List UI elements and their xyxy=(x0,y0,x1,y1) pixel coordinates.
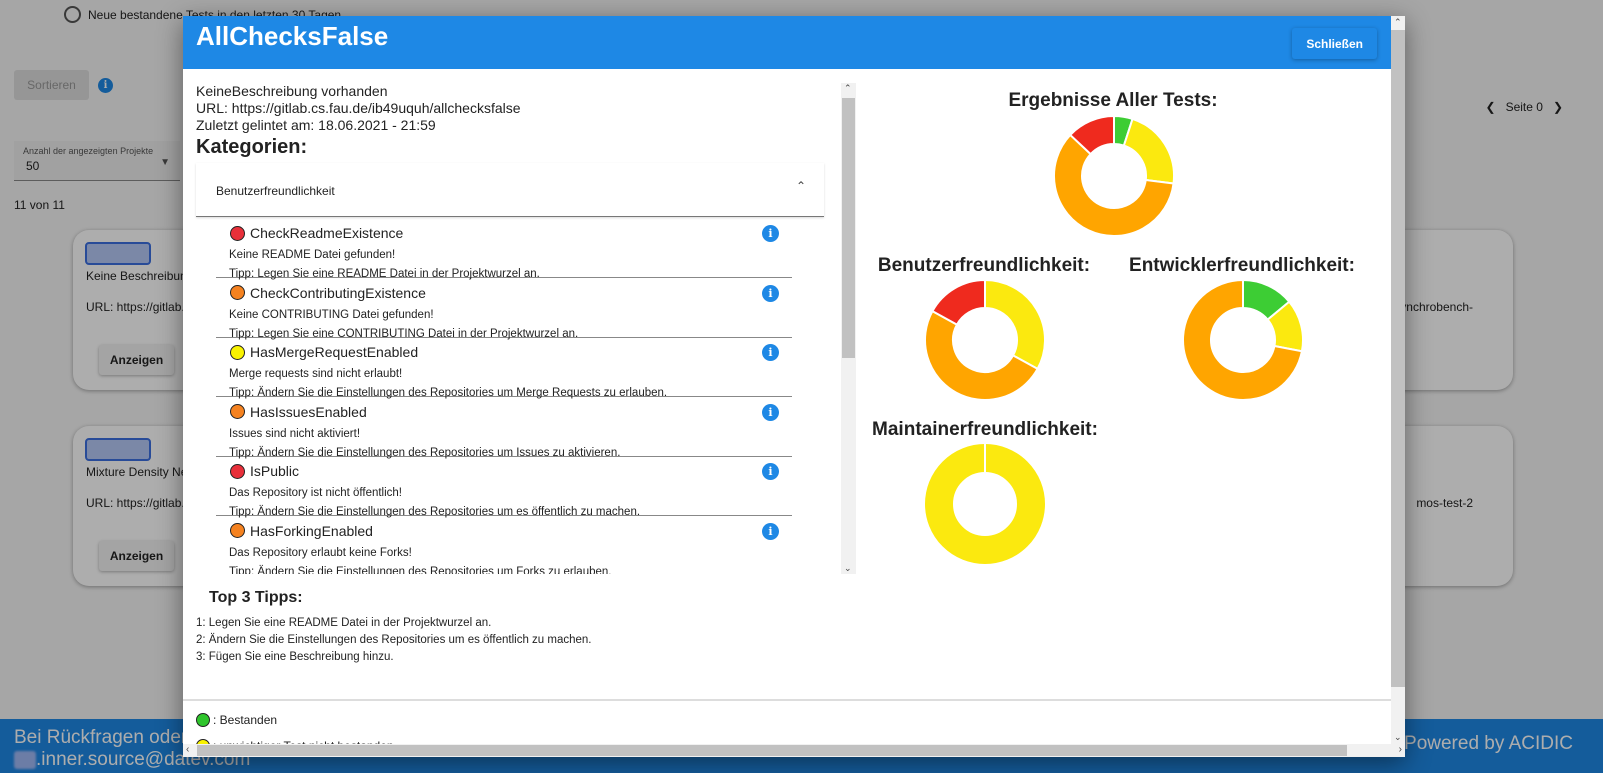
status-dot-icon xyxy=(230,225,245,241)
test-name: CheckReadmeExistence xyxy=(250,225,404,241)
chart-title-all: Ergebnisse Aller Tests: xyxy=(1008,90,1218,111)
dialog-header: AllChecksFalse Schließen xyxy=(183,16,1391,69)
status-dot-icon xyxy=(230,285,245,300)
test-name-line: HasIssuesEnabled xyxy=(230,404,367,420)
test-message: Merge requests sind nicht erlaubt! xyxy=(229,368,403,380)
tip-item: 2: Ändern Sie die Einstellungen des Repo… xyxy=(196,634,592,646)
test-tip: Tipp: Ändern Sie die Einstellungen des R… xyxy=(229,565,612,575)
categories-heading: Kategorien: xyxy=(196,136,308,158)
test-row: IsPublic Das Repository ist nicht öffentl… xyxy=(216,455,792,518)
last-linted: Zuletzt gelintet am: 18.06.2021 - 21:59 xyxy=(196,117,436,133)
scroll-down-arrow-icon[interactable]: ⌄ xyxy=(844,563,852,574)
test-name: HasMergeRequestEnabled xyxy=(250,344,419,360)
test-row: CheckReadmeExistence Keine README Datei g… xyxy=(216,217,792,280)
test-name-line: HasMergeRequestEnabled xyxy=(230,344,418,360)
scroll-left-arrow-icon[interactable]: ‹ xyxy=(186,744,189,755)
test-row: HasIssuesEnabled Issues sind nicht aktivi… xyxy=(216,396,792,459)
details-scrollbar[interactable]: ⌃ ⌄ xyxy=(841,83,856,574)
chevron-up-icon: ⌃ xyxy=(795,179,806,193)
legend-item-passed: : Bestanden xyxy=(196,713,277,727)
scroll-up-arrow-icon[interactable]: ⌃ xyxy=(844,83,852,94)
info-icon[interactable]: i xyxy=(762,522,779,540)
scroll-thumb[interactable] xyxy=(1391,30,1405,687)
info-icon[interactable]: i xyxy=(762,403,779,421)
chart-title-user: Benutzerfreundlichkeit: xyxy=(877,255,1091,276)
scroll-right-arrow-icon[interactable]: › xyxy=(1399,744,1402,755)
test-message: Issues sind nicht aktiviert! xyxy=(229,427,361,440)
donut-chart-all xyxy=(1053,114,1175,237)
scroll-thumb[interactable] xyxy=(197,745,1347,756)
test-name-line: HasForkingEnabled xyxy=(230,523,373,539)
tip-item: 1: Legen Sie eine README Datei in der Pr… xyxy=(196,617,492,629)
chart-title-maintainer: Maintainerfreundlichkeit: xyxy=(872,419,1098,440)
status-dot-icon xyxy=(230,344,245,360)
test-row: HasForkingEnabled Das Repository erlaubt … xyxy=(216,515,792,575)
scroll-up-arrow-icon[interactable]: ⌃ xyxy=(1394,17,1402,28)
donut-slice-yellow[interactable] xyxy=(1122,117,1175,185)
test-message: Das Repository erlaubt keine Forks! xyxy=(229,546,412,559)
top3-list: 1: Legen Sie eine README Datei in der Pr… xyxy=(196,615,592,666)
status-dot-icon xyxy=(230,463,245,479)
test-message: Keine CONTRIBUTING Datei gefunden! xyxy=(229,308,434,321)
category-expansion-header[interactable]: Benutzerfreundlichkeit ⌃ xyxy=(196,163,824,217)
project-description: KeineBeschreibung vorhanden xyxy=(196,83,388,99)
test-name: IsPublic xyxy=(250,463,300,479)
scroll-down-arrow-icon[interactable]: ⌄ xyxy=(1394,732,1402,743)
scroll-thumb[interactable] xyxy=(842,98,855,358)
donut-chart-maintainer xyxy=(925,444,1045,564)
chart-title-developer: Entwicklerfreundlichkeit: xyxy=(1129,255,1355,276)
project-detail-dialog: AllChecksFalse Schließen KeineBeschreibu… xyxy=(183,16,1405,757)
test-name: HasForkingEnabled xyxy=(250,522,373,539)
test-name: HasIssuesEnabled xyxy=(250,403,367,420)
dialog-title: AllChecksFalse xyxy=(196,21,389,51)
dialog-content: KeineBeschreibung vorhanden URL: https:/… xyxy=(183,69,1391,699)
status-dot-icon xyxy=(230,404,245,419)
tip-item: 3: Fügen Sie eine Beschreibung hinzu. xyxy=(196,651,394,663)
status-dot-icon xyxy=(196,713,210,727)
test-name-line: CheckContributingExistence xyxy=(230,285,426,301)
test-row: CheckContributingExistence Keine CONTRIBU… xyxy=(216,277,792,340)
test-name-line: IsPublic xyxy=(230,463,299,479)
donut-chart-user xyxy=(923,278,1046,402)
test-name: CheckContributingExistence xyxy=(250,284,426,301)
test-message: Keine README Datei gefunden! xyxy=(229,249,396,261)
donut-chart-developer xyxy=(1182,278,1304,401)
test-name-line: CheckReadmeExistence xyxy=(230,225,403,241)
project-url: URL: https://gitlab.cs.fau.de/ib49uquh/a… xyxy=(196,100,521,116)
info-icon[interactable]: i xyxy=(762,225,779,242)
info-icon[interactable]: i xyxy=(762,344,779,361)
category-title: Benutzerfreundlichkeit xyxy=(216,184,335,198)
details-panel: KeineBeschreibung vorhanden URL: https:/… xyxy=(183,83,837,574)
close-button[interactable]: Schließen xyxy=(1292,28,1377,59)
legend-label: : Bestanden xyxy=(213,713,278,727)
test-row: HasMergeRequestEnabled Merge requests sin… xyxy=(216,336,792,399)
status-dot-icon xyxy=(230,523,245,538)
info-icon[interactable]: i xyxy=(762,284,779,302)
project-meta: KeineBeschreibung vorhanden URL: https:/… xyxy=(196,83,521,134)
dialog-scrollbar[interactable]: ⌃ ⌄ xyxy=(1391,16,1405,744)
legend: : Bestanden : unwichtiger Test nicht bes… xyxy=(183,699,1391,753)
info-icon[interactable]: i xyxy=(762,463,779,480)
dialog-horizontal-scrollbar[interactable]: ‹ › xyxy=(183,744,1405,757)
test-message: Das Repository ist nicht öffentlich! xyxy=(229,487,403,499)
top3-heading: Top 3 Tipps: xyxy=(209,589,303,606)
